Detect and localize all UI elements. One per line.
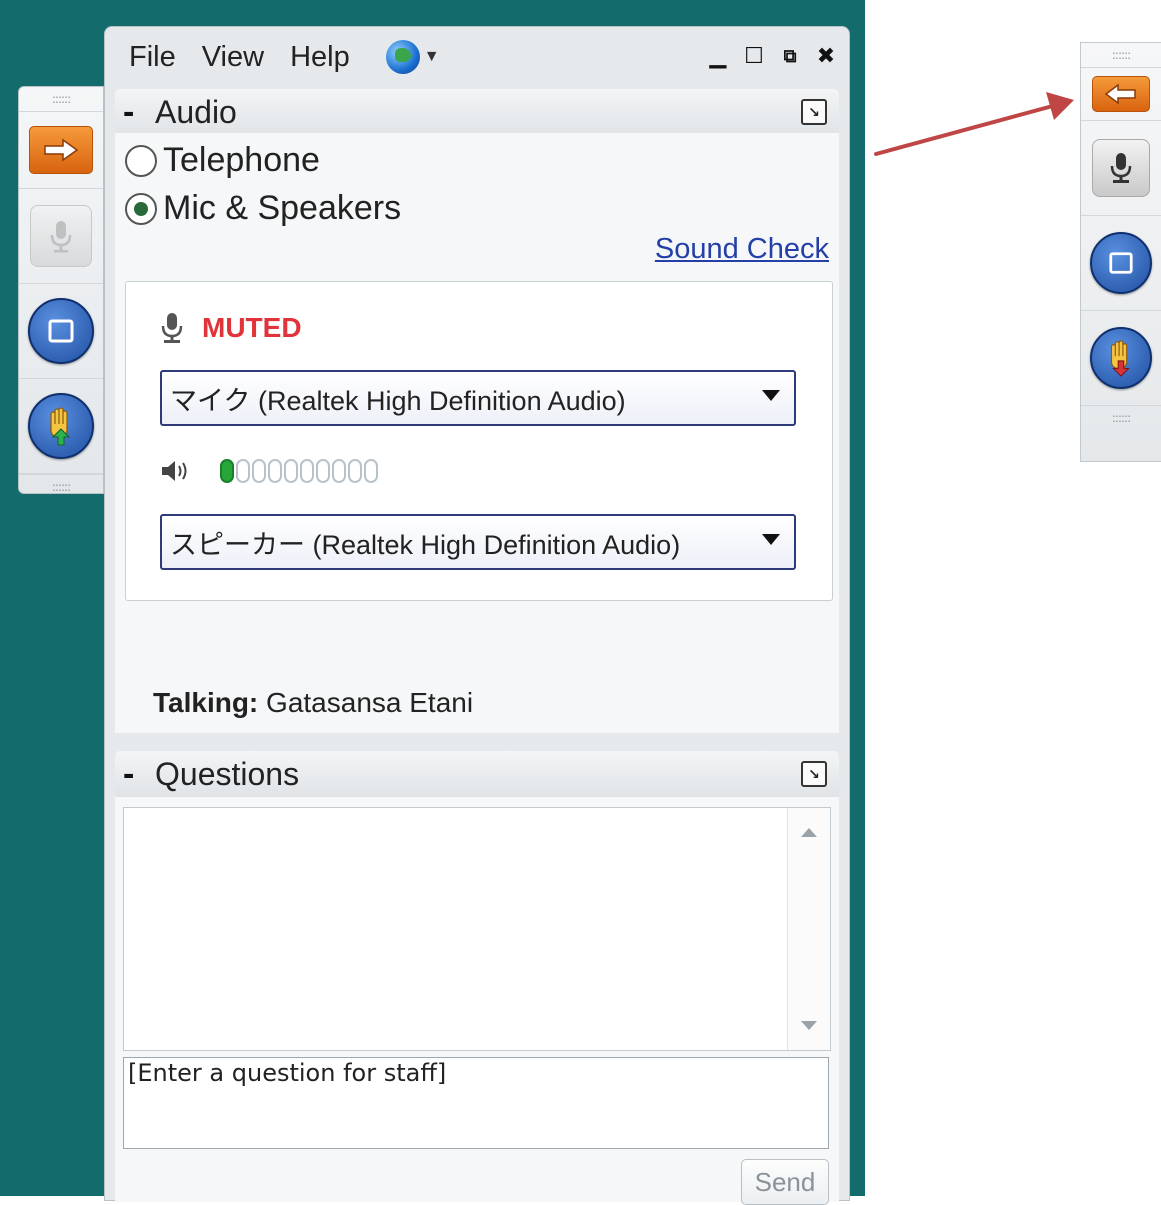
lower-hand-button[interactable] [1090,327,1152,389]
raise-hand-button[interactable] [28,393,94,459]
mic-toggle-button[interactable] [30,205,92,267]
strip-slot-hand-right [1081,311,1161,406]
menu-view[interactable]: View [202,41,264,74]
globe-icon[interactable] [385,40,420,74]
screen-icon [48,319,74,343]
sound-check-link[interactable]: Sound Check [655,233,829,266]
question-input[interactable]: [Enter a question for staff] [123,1057,829,1149]
level-segment [364,459,378,483]
arrow-left-icon [1104,83,1136,105]
menu-help[interactable]: Help [290,41,350,74]
popout-icon[interactable]: ↘ [801,761,827,787]
questions-section-body: [Enter a question for staff] Send [115,797,839,1205]
microphone-select[interactable]: マイク (Realtek High Definition Audio) [160,370,796,426]
mute-status-row: MUTED [160,312,302,344]
strip-slot-mic-right [1081,121,1161,216]
control-strip-right: :::::::::::: [1080,42,1161,462]
collapse-questions-button[interactable]: - [123,757,145,791]
lower-hand-icon [1110,340,1130,377]
arrow-right-icon [44,138,79,162]
send-button[interactable]: Send [741,1159,829,1205]
control-strip-left: :::::::::::: [18,86,104,494]
level-segment [284,459,298,483]
close-icon[interactable]: ✖ [811,41,841,71]
level-segment [348,459,362,483]
expand-panel-button[interactable] [29,126,93,174]
level-segment [332,459,346,483]
screen-icon [1109,252,1133,274]
microphone-select-value: マイク (Realtek High Definition Audio) [170,385,626,416]
window-controls: ▁ ☐ ⧉ ✖ [703,41,841,71]
mic-speakers-option[interactable]: Mic & Speakers [125,189,401,228]
grip-icon[interactable]: :::::: [1081,43,1161,68]
scroll-up-icon[interactable] [801,828,817,837]
questions-section-title: Questions [155,755,300,792]
screen-button[interactable] [28,298,94,364]
screen-button[interactable] [1090,232,1152,294]
telephone-option[interactable]: Telephone [125,141,320,180]
strip-slot-collapse [1081,68,1161,121]
grip-icon[interactable]: :::::: [1081,406,1161,430]
strip-slot-screen [19,284,103,379]
audio-section-title: Audio [155,93,237,130]
level-segment [268,459,282,483]
level-segment [236,459,250,483]
speaker-icon [162,461,187,481]
menu-file[interactable]: File [129,41,176,74]
grip-icon[interactable]: :::::: [19,87,103,112]
telephone-radio[interactable] [125,144,157,177]
speaker-select[interactable]: スピーカー (Realtek High Definition Audio) [160,514,796,570]
strip-slot-mic [19,189,103,284]
maximize-icon[interactable]: ☐ [739,41,769,71]
chevron-down-icon [762,390,780,401]
menu-bar: File View Help ▼ ▁ ☐ ⧉ ✖ [105,27,849,87]
scroll-down-icon[interactable] [801,1021,817,1030]
questions-section-header: - Questions ↘ [115,751,839,797]
mic-speakers-radio[interactable] [125,192,157,225]
level-segment [316,459,330,483]
speaker-select-value: スピーカー (Realtek High Definition Audio) [170,529,681,560]
speaker-level-row [160,458,380,484]
talking-indicator: Talking: Gatasansa Etani [153,687,473,719]
speaker-level-meter [220,459,380,483]
microphone-icon[interactable] [160,312,184,344]
audio-section-header: - Audio ↘ [115,89,839,135]
mute-status: MUTED [202,312,302,343]
level-segment [220,459,234,483]
device-settings-box: MUTED マイク (Realtek High Definition Audio… [125,281,833,601]
chevron-down-icon[interactable]: ▼ [424,48,440,66]
collapse-panel-button[interactable] [1092,76,1150,112]
annotation-arrow [874,92,1074,156]
telephone-label: Telephone [163,141,320,179]
popout-icon[interactable]: ↘ [801,99,827,125]
strip-slot-expand [19,112,103,189]
collapse-audio-button[interactable]: - [123,95,145,129]
mic-speakers-label: Mic & Speakers [163,189,402,227]
questions-log[interactable] [123,807,831,1051]
audio-questions-panel: File View Help ▼ ▁ ☐ ⧉ ✖ - Audio ↘ Telep… [104,26,850,1205]
level-segment [252,459,266,483]
raise-hand-icon [50,407,71,446]
mic-toggle-button[interactable] [1092,139,1150,197]
level-segment [300,459,314,483]
talking-label: Talking: [153,687,259,718]
strip-slot-hand [19,379,103,474]
microphone-icon [1110,153,1132,183]
grip-icon[interactable]: :::::: [19,474,103,499]
strip-slot-screen-right [1081,216,1161,311]
restore-icon[interactable]: ⧉ [775,41,805,71]
minimize-icon[interactable]: ▁ [703,41,733,71]
questions-scrollbar[interactable] [787,808,830,1050]
chevron-down-icon [762,534,780,545]
audio-section-body: Telephone Mic & Speakers Sound Check MUT… [115,133,839,733]
microphone-icon [50,221,72,253]
talking-name: Gatasansa Etani [266,687,474,718]
